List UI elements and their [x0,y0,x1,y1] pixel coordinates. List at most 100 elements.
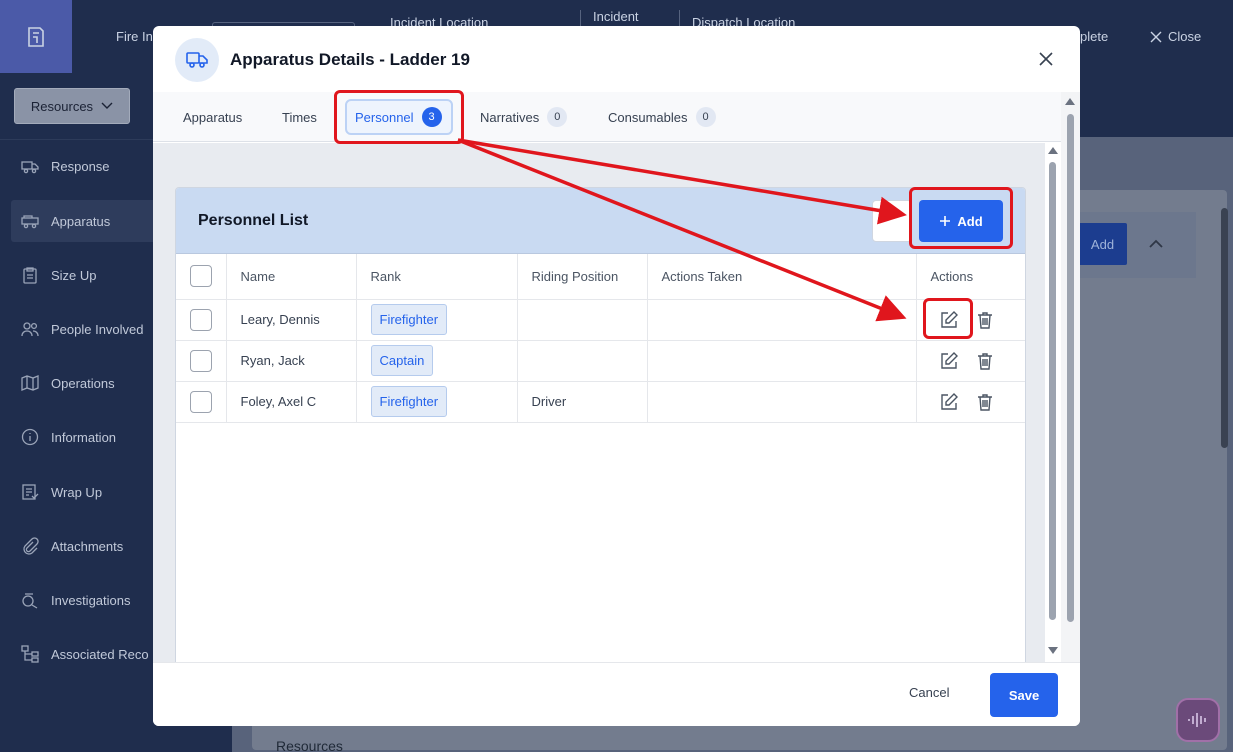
dialog-footer: Cancel Save [153,662,1080,726]
row-select-cell [176,381,227,423]
panel-header: Personnel List Add [176,188,1025,254]
scroll-up-arrow-icon[interactable] [1048,147,1058,154]
scroll-up-arrow-icon[interactable] [1065,98,1075,105]
add-personnel-button[interactable]: Add [919,200,1003,242]
chevron-down-icon [101,102,113,109]
row-select-cell [176,340,227,382]
table-row: Ryan, Jack Captain [176,340,1025,382]
tab-apparatus[interactable]: Apparatus [175,99,250,135]
sidebar-item-label: Response [51,158,110,174]
edit-icon[interactable] [939,392,959,412]
page-scrollbar[interactable] [1216,190,1233,752]
tree-icon [21,645,39,663]
dialog-title: Apparatus Details - Ladder 19 [230,50,470,69]
select-all-checkbox[interactable] [190,265,212,288]
row-checkbox[interactable] [190,308,212,331]
waveform-icon [1188,713,1206,727]
complete-button[interactable]: plete [1080,29,1108,44]
rank-chip: Captain [370,345,434,376]
actions-cell [916,381,1025,423]
paperclip-icon [23,537,39,555]
tab-label: Apparatus [183,109,243,125]
actions-taken-cell [647,299,917,341]
complete-label: plete [1080,29,1109,44]
rank-cell: Firefighter [356,299,518,341]
column-header-name[interactable]: Name [226,254,357,300]
sidebar-item-label: Operations [51,375,115,391]
count-badge: 3 [421,107,442,127]
dialog-tabs: Apparatus Times Personnel 3 Narratives 0 C… [153,92,1061,142]
scroll-down-arrow-icon[interactable] [1048,647,1058,654]
row-checkbox[interactable] [190,390,212,413]
truck-icon [21,161,39,174]
background-add-button[interactable]: Add [1078,223,1127,265]
sidebar-item-label: Wrap Up [51,484,103,500]
table-header-row: Name Rank Riding Position Actions Taken … [176,254,1025,300]
close-app-button[interactable]: Close [1150,29,1201,44]
tab-times[interactable]: Times [274,99,325,135]
tab-personnel[interactable]: Personnel 3 [345,99,453,135]
info-icon [21,428,39,446]
resources-dropdown[interactable]: Resources [14,88,130,124]
tab-consumables[interactable]: Consumables 0 [600,99,724,135]
sidebar-item-label: Information [51,429,117,445]
select-all-cell [176,254,227,300]
sidebar-item-label: Associated Reco [51,646,149,662]
dialog-scrollbar[interactable] [1061,92,1080,662]
checklist-icon [22,484,39,500]
column-header-rank[interactable]: Rank [356,254,518,300]
sidebar-item-label: Attachments [51,538,124,554]
app-logo[interactable] [0,0,72,73]
count-badge: 0 [695,107,716,127]
sidebar-item-label: Size Up [51,267,97,283]
edit-icon[interactable] [939,351,959,371]
actions-cell [916,299,1025,341]
actions-cell [916,340,1025,382]
app-title: Fire In [116,29,153,44]
chevron-up-icon[interactable] [1146,234,1166,254]
cancel-button[interactable]: Cancel [909,685,949,700]
tab-narratives[interactable]: Narratives 0 [472,99,575,135]
tab-label: Narratives [480,109,540,125]
close-icon[interactable] [1037,50,1055,68]
background-resources-heading: Resources [276,738,343,752]
fire-truck-icon [21,215,39,229]
add-label: Add [957,213,983,229]
rank-cell: Captain [356,340,518,382]
column-header-actions-taken[interactable]: Actions Taken [647,254,917,300]
magnify-icon [22,593,38,609]
sidebar-item-label: Investigations [51,592,131,608]
body-scrollbar-thumb[interactable] [1049,162,1056,620]
edit-icon[interactable] [939,310,959,330]
dialog-header: Apparatus Details - Ladder 19 [153,26,1080,92]
toolbar-secondary-button[interactable] [872,200,912,242]
sidebar-item-label: Apparatus [51,213,111,229]
panel-title: Personnel List [198,212,309,229]
plus-icon [940,216,951,226]
personnel-list-panel: Personnel List Add Name Rank Riding Posi… [175,187,1026,667]
voice-assistant-button[interactable] [1176,698,1220,742]
close-icon [1150,31,1162,42]
tab-label: Times [282,109,317,125]
column-header-actions: Actions [916,254,1025,300]
column-header-riding-position[interactable]: Riding Position [517,254,648,300]
tab-label: Consumables [608,109,688,125]
name-cell: Foley, Axel C [226,381,357,423]
trash-icon[interactable] [975,392,995,412]
page-scrollbar-thumb[interactable] [1221,208,1228,448]
riding-position-cell: Driver [517,381,648,423]
truck-icon [186,52,208,68]
rank-chip: Firefighter [370,304,448,335]
trash-icon[interactable] [975,351,995,371]
riding-position-cell [517,299,648,341]
personnel-table: Name Rank Riding Position Actions Taken … [176,254,1025,423]
trash-icon[interactable] [975,310,995,330]
incident-label: Incident [593,9,639,24]
dialog-scrollbar-thumb[interactable] [1067,114,1074,622]
body-scrollbar[interactable] [1045,142,1061,662]
actions-taken-cell [647,340,917,382]
save-button[interactable]: Save [990,673,1058,717]
row-select-cell [176,299,227,341]
actions-taken-cell [647,381,917,423]
row-checkbox[interactable] [190,349,212,372]
